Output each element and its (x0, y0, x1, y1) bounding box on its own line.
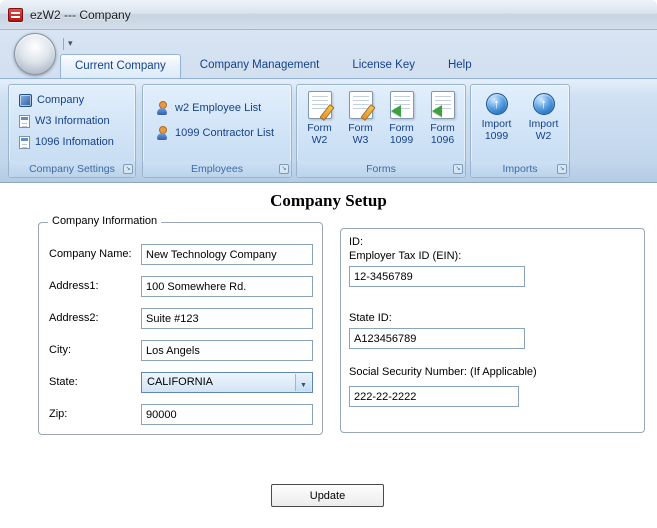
form-1096-label: Form 1096 (430, 122, 455, 146)
titlebar: ezW2 --- Company (0, 0, 657, 30)
ein-label: Employer Tax ID (EIN): (349, 250, 462, 262)
group-caption-forms: Forms ↘ (297, 161, 465, 177)
form-1096-information-button[interactable]: 1096 Infomation (19, 134, 135, 150)
tab-license-key[interactable]: License Key (338, 54, 429, 78)
group-caption-employees: Employees ↘ (143, 161, 291, 177)
form-w2-button[interactable]: Form W2 (299, 89, 340, 161)
ribbon-group-company-settings: Company W3 Information 1096 Infomation C… (8, 84, 136, 178)
ribbon-group-employees: w2 Employee List 1099 Contractor List Em… (142, 84, 292, 178)
form-w3-label: Form W3 (348, 122, 373, 146)
tab-help[interactable]: Help (434, 54, 486, 78)
tab-company-management[interactable]: Company Management (186, 54, 334, 78)
state-select-dropdown-button[interactable]: ▼ (295, 374, 311, 391)
form-import-icon (430, 91, 455, 119)
form-edit-icon (348, 91, 373, 119)
id-heading: ID: (349, 236, 364, 248)
ribbon-tab-bar: Current Company Company Management Licen… (60, 54, 491, 78)
ribbon-body: Company W3 Information 1096 Infomation C… (0, 78, 657, 183)
id-groupbox: ID: Employer Tax ID (EIN): State ID: Soc… (340, 228, 645, 433)
w2-employee-list-label: w2 Employee List (175, 102, 262, 114)
company-name-label: Company Name: (49, 248, 132, 260)
state-select-value: CALIFORNIA (147, 376, 214, 388)
import-w2-label: Import W2 (528, 118, 559, 142)
company-information-groupbox: Company Information Company Name: Addres… (38, 215, 323, 435)
update-button[interactable]: Update (271, 484, 384, 507)
form-1096-information-label: 1096 Infomation (35, 136, 114, 148)
dialog-launcher-icon[interactable]: ↘ (453, 164, 463, 174)
import-orb-icon (485, 93, 508, 115)
company-button-label: Company (37, 94, 85, 106)
form-import-icon (389, 91, 414, 119)
app-window: ezW2 --- Company ▾ Current Company Compa… (0, 0, 657, 528)
group-caption-company-settings: Company Settings ↘ (9, 161, 135, 177)
company-setup-panel: Company Setup Company Information Compan… (0, 183, 657, 528)
import-orb-icon (532, 93, 555, 115)
city-input[interactable] (141, 340, 313, 361)
w3-information-label: W3 Information (35, 115, 110, 127)
zip-input[interactable] (141, 404, 313, 425)
w3-document-icon (19, 114, 30, 128)
ribbon-group-imports: Import 1099 Import W2 Imports ↘ (470, 84, 570, 178)
contractor-person-icon (155, 126, 169, 140)
state-id-input[interactable] (349, 328, 525, 349)
import-1099-label: Import 1099 (481, 118, 512, 142)
ssn-input[interactable] (349, 386, 519, 407)
state-label: State: (49, 376, 78, 388)
import-1099-button[interactable]: Import 1099 (473, 89, 520, 161)
window-title: ezW2 --- Company (30, 7, 131, 22)
group-caption-label: Company Settings (29, 163, 115, 175)
state-select[interactable]: CALIFORNIA ▼ (141, 372, 313, 393)
contractor-1099-list-label: 1099 Contractor List (175, 127, 275, 139)
import-w2-button[interactable]: Import W2 (520, 89, 567, 161)
form-1096-button[interactable]: Form 1096 (422, 89, 463, 161)
page-title: Company Setup (270, 191, 387, 210)
company-name-input[interactable] (141, 244, 313, 265)
state-id-label: State ID: (349, 312, 392, 324)
chevron-down-icon: ▼ (300, 382, 307, 389)
dialog-launcher-icon[interactable]: ↘ (557, 164, 567, 174)
quick-access-dropdown-icon[interactable]: ▾ (68, 36, 73, 50)
contractor-1099-list-button[interactable]: 1099 Contractor List (155, 125, 291, 141)
address1-input[interactable] (141, 276, 313, 297)
address1-label: Address1: (49, 280, 99, 292)
app-icon (8, 7, 23, 22)
group-caption-label: Forms (366, 163, 396, 175)
company-button[interactable]: Company (19, 92, 135, 108)
address2-input[interactable] (141, 308, 313, 329)
w3-information-button[interactable]: W3 Information (19, 113, 135, 129)
group-caption-label: Employees (191, 163, 243, 175)
application-orb-button[interactable] (14, 33, 56, 75)
group-caption-imports: Imports ↘ (471, 161, 569, 177)
form-w2-label: Form W2 (307, 122, 332, 146)
w2-employee-list-button[interactable]: w2 Employee List (155, 100, 291, 116)
company-information-legend: Company Information (48, 215, 162, 227)
form-1099-label: Form 1099 (389, 122, 414, 146)
ssn-label: Social Security Number: (If Applicable) (349, 366, 537, 378)
company-icon (19, 93, 32, 107)
dialog-launcher-icon[interactable]: ↘ (123, 164, 133, 174)
tab-current-company[interactable]: Current Company (60, 54, 181, 78)
ein-input[interactable] (349, 266, 525, 287)
form-1099-button[interactable]: Form 1099 (381, 89, 422, 161)
ribbon-group-forms: Form W2 Form W3 Form 1099 Form 1096 Form… (296, 84, 466, 178)
zip-label: Zip: (49, 408, 68, 420)
form-1096-document-icon (19, 135, 30, 149)
dialog-launcher-icon[interactable]: ↘ (279, 164, 289, 174)
address2-label: Address2: (49, 312, 99, 324)
city-label: City: (49, 344, 71, 356)
ribbon: ▾ Current Company Company Management Lic… (0, 30, 657, 183)
quick-access-separator (63, 38, 64, 50)
form-w3-button[interactable]: Form W3 (340, 89, 381, 161)
employee-person-icon (155, 101, 169, 115)
group-caption-label: Imports (502, 163, 538, 175)
form-edit-icon (307, 91, 332, 119)
